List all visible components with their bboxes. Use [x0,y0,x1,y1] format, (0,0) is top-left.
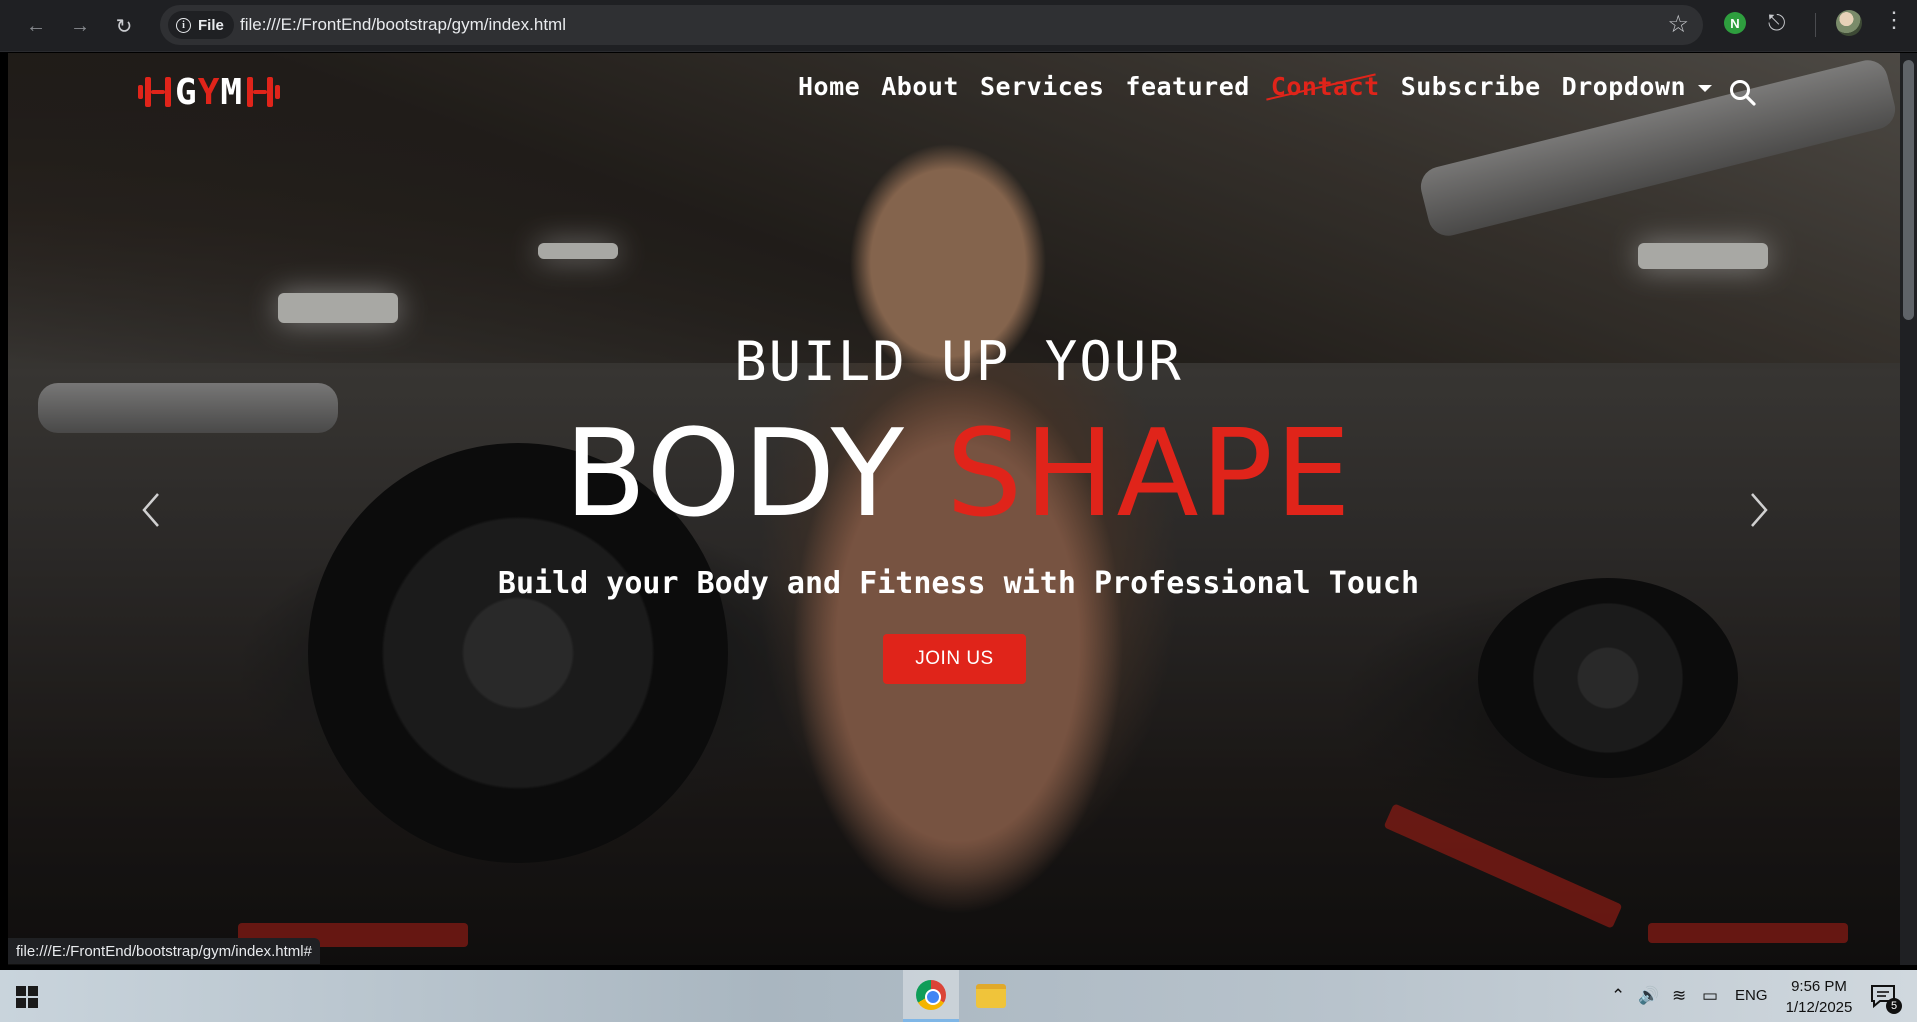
hero-subtitle: Build your Body and Fitness with Profess… [497,566,1420,601]
volume-icon[interactable]: 🔊 [1638,970,1659,1022]
site-info-chip[interactable]: i File [168,11,234,39]
extensions-puzzle-icon[interactable]: ⎋ [1768,10,1785,36]
hero-heading-line2: BODY SHAPE [0,415,1917,535]
logo-text: GYM [175,71,244,113]
nav-about[interactable]: About [881,72,959,101]
back-icon[interactable]: ← [20,10,52,42]
nav-contact[interactable]: Contact [1271,72,1380,101]
taskbar-clock[interactable]: 9:56 PM 1/12/2025 [1776,976,1862,1018]
bookmark-star-icon[interactable]: ☆ [1667,10,1689,39]
browser-toolbar: ← → ↻ i File file:///E:/FrontEnd/bootstr… [0,0,1917,52]
tray-chevron-up-icon[interactable]: ⌃ [1611,970,1625,1022]
info-icon: i [176,17,191,33]
address-bar[interactable]: i File file:///E:/FrontEnd/bootstrap/gym… [160,5,1703,45]
url-text[interactable]: file:///E:/FrontEnd/bootstrap/gym/index.… [240,15,566,35]
site-navbar: Home About Services featured Contact Sub… [798,72,1713,101]
nav-dropdown[interactable]: Dropdown [1561,72,1713,101]
search-icon[interactable] [1728,78,1758,108]
hero-heading-red: SHAPE [946,405,1353,544]
clock-date: 1/12/2025 [1785,999,1853,1016]
taskbar-chrome[interactable] [903,970,959,1022]
join-us-button[interactable]: JOIN US [883,634,1026,684]
nav-services[interactable]: Services [980,72,1104,101]
battery-icon[interactable]: ▭ [1702,970,1718,1022]
carousel-next-icon[interactable] [1738,488,1778,532]
caret-down-icon [1698,84,1713,92]
forward-icon[interactable]: → [64,10,96,42]
chrome-icon [916,979,946,1010]
clock-time: 9:56 PM [1791,978,1847,995]
dumbbell-right-icon [247,77,281,107]
nav-featured[interactable]: featured [1125,72,1249,101]
dumbbell-left-icon [138,77,171,107]
status-bar-url: file:///E:/FrontEnd/bootstrap/gym/index.… [8,938,320,964]
windows-start-icon[interactable] [16,986,38,1008]
file-chip-label: File [198,16,224,34]
taskbar-file-explorer[interactable] [963,970,1019,1022]
folder-icon [976,984,1006,1008]
hero-heading-line1: BUILD UP YOUR [734,330,1183,393]
carousel-prev-icon[interactable] [132,488,172,532]
browser-menu-icon[interactable]: ⋮ [1883,9,1905,31]
scrollbar-thumb[interactable] [1903,60,1914,320]
nav-subscribe[interactable]: Subscribe [1401,72,1541,101]
hero-heading-white: BODY [564,405,906,544]
network-icon[interactable]: ≋ [1672,970,1686,1022]
nav-dropdown-label: Dropdown [1561,72,1687,101]
windows-taskbar: ⌃ 🔊 ≋ ▭ ENG 9:56 PM 1/12/2025 5 [0,970,1917,1022]
reload-icon[interactable]: ↻ [108,10,140,42]
profile-avatar[interactable] [1836,10,1862,36]
extension-n-icon[interactable]: N [1724,12,1746,34]
nav-home[interactable]: Home [798,72,860,101]
notification-count-badge: 5 [1886,998,1902,1014]
toolbar-divider [1815,13,1816,37]
language-indicator[interactable]: ENG [1735,987,1768,1004]
site-logo[interactable]: GYM [138,70,281,114]
